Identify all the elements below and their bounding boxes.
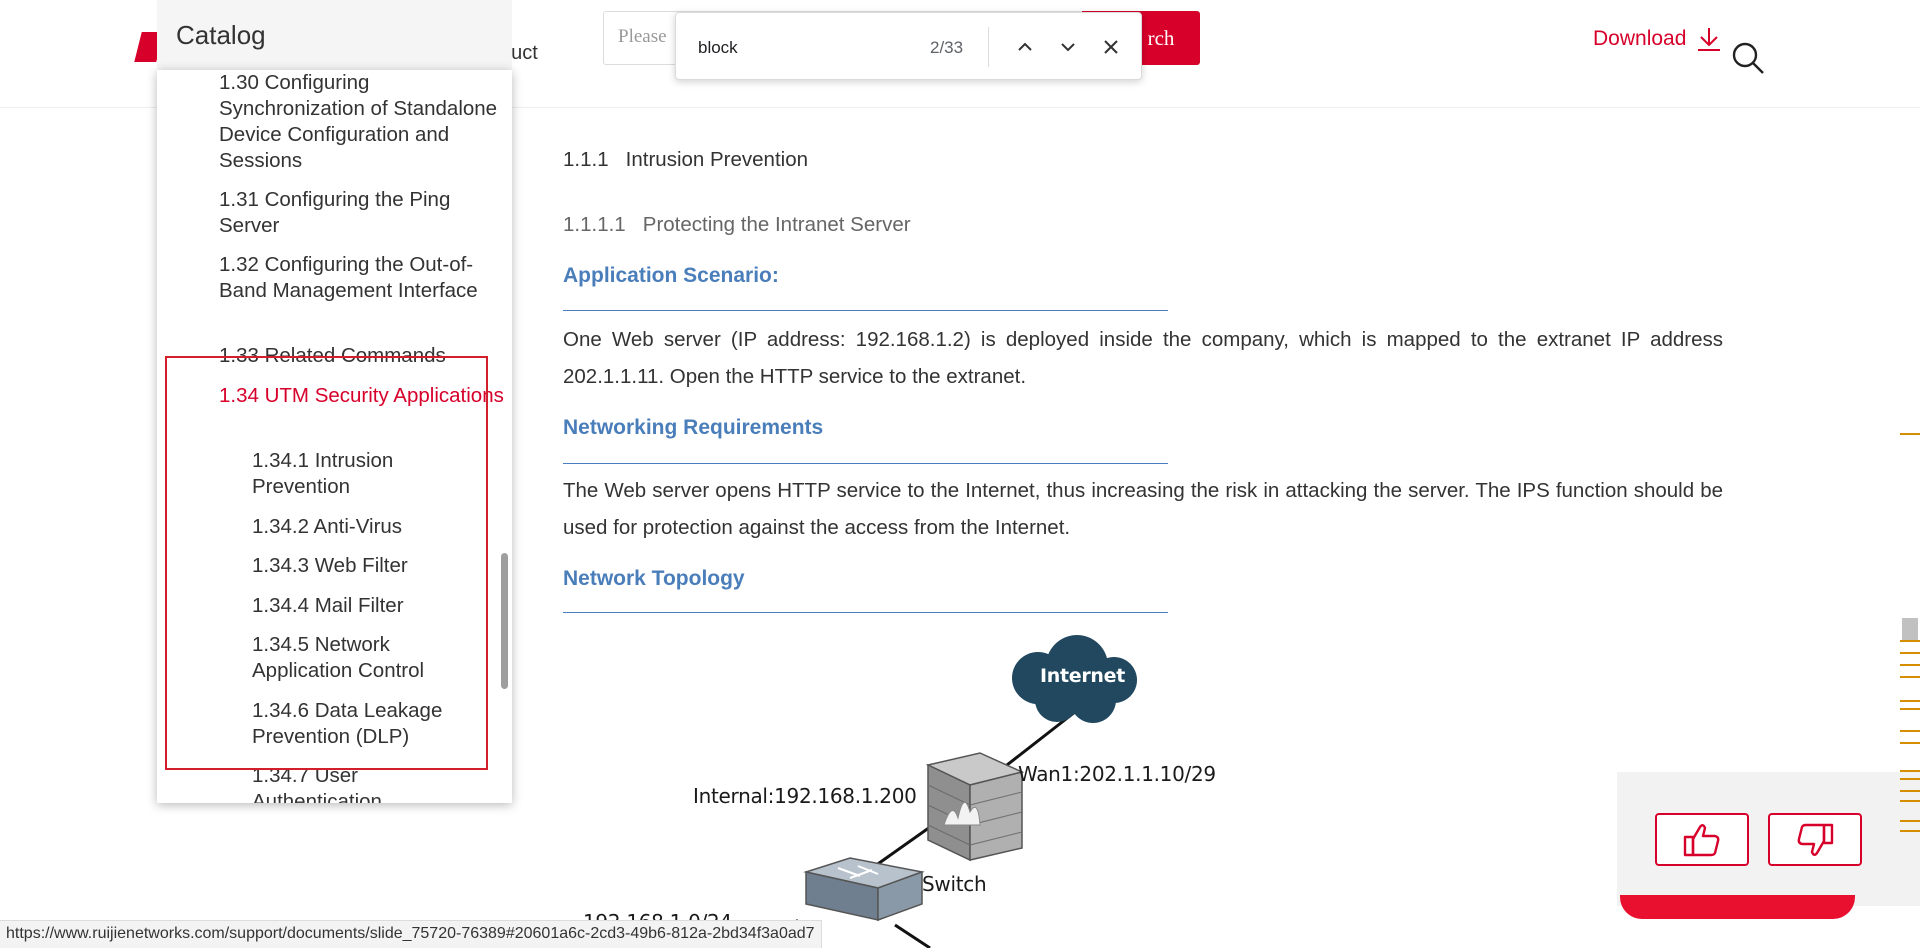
thumbs-down-button[interactable] xyxy=(1768,813,1862,866)
page-scrollbar[interactable] xyxy=(1900,0,1920,948)
wan-ip-label: Wan1:202.1.1.10/29 xyxy=(1018,762,1216,786)
network-topology-diagram: Internet Internal:192.168.1.200 Wan1:202… xyxy=(560,620,1260,948)
find-close-button[interactable] xyxy=(1097,33,1125,61)
find-input[interactable]: block xyxy=(698,38,738,58)
subsection-title: 1.1.1.1 Protecting the Intranet Server xyxy=(563,213,911,236)
switch-label: Switch xyxy=(922,872,987,896)
firewall-icon xyxy=(925,752,1025,862)
heading-rule xyxy=(563,310,1168,311)
thumbs-up-icon xyxy=(1683,823,1720,856)
find-next-button[interactable] xyxy=(1054,33,1082,61)
switch-icon xyxy=(803,857,925,922)
section-title: 1.1.1 Intrusion Prevention xyxy=(563,148,809,171)
catalog-item-1-34-2[interactable]: 1.34.2 Anti-Virus xyxy=(252,514,482,540)
requirements-paragraph: The Web server opens HTTP service to the… xyxy=(563,479,1723,539)
scenario-heading: Application Scenario: xyxy=(563,264,779,287)
catalog-panel[interactable]: 1.30 Configuring Synchronization of Stan… xyxy=(157,70,512,803)
catalog-item-1-34-active[interactable]: 1.34 UTM Security Applications xyxy=(219,383,504,409)
chevron-up-icon xyxy=(1018,42,1032,51)
find-match-count: 2/33 xyxy=(930,38,964,57)
find-previous-button[interactable] xyxy=(1011,33,1039,61)
catalog-item-1-33[interactable]: 1.33 Related Commands xyxy=(219,343,504,369)
catalog-title: Catalog xyxy=(176,20,266,50)
download-icon xyxy=(1698,28,1721,51)
find-divider xyxy=(988,27,989,67)
floating-action-button[interactable] xyxy=(1620,895,1855,919)
download-button[interactable]: Download xyxy=(1593,26,1722,52)
close-icon xyxy=(1104,40,1118,54)
heading-rule xyxy=(563,463,1168,464)
download-label: Download xyxy=(1593,27,1687,50)
chevron-down-icon xyxy=(1061,43,1075,52)
search-icon[interactable] xyxy=(1730,40,1766,76)
internal-ip-label: Internal:192.168.1.200 xyxy=(693,784,917,808)
page-scrollbar-thumb[interactable] xyxy=(1902,618,1918,640)
catalog-item-1-34-3[interactable]: 1.34.3 Web Filter xyxy=(252,553,482,579)
find-in-page-bar: block 2/33 xyxy=(675,12,1142,80)
status-bar-url: https://www.ruijienetworks.com/support/d… xyxy=(0,920,822,948)
catalog-header: Catalog xyxy=(157,0,512,70)
catalog-item-1-32[interactable]: 1.32 Configuring the Out-of-Band Managem… xyxy=(219,252,504,304)
catalog-item-1-34-5[interactable]: 1.34.5 Network Application Control xyxy=(252,632,482,684)
catalog-item-1-34-1[interactable]: 1.34.1 Intrusion Prevention xyxy=(252,448,482,500)
thumbs-down-icon xyxy=(1797,823,1834,856)
thumbs-up-button[interactable] xyxy=(1655,813,1749,866)
requirements-heading: Networking Requirements xyxy=(563,416,824,439)
topology-heading: Network Topology xyxy=(563,567,745,590)
catalog-item-1-30[interactable]: 1.30 Configuring Synchronization of Stan… xyxy=(219,70,504,174)
catalog-item-1-34-4[interactable]: 1.34.4 Mail Filter xyxy=(252,593,482,619)
feedback-widget xyxy=(1617,772,1920,906)
catalog-item-1-34-6[interactable]: 1.34.6 Data Leakage Prevention (DLP) xyxy=(252,698,482,750)
catalog-item-1-31[interactable]: 1.31 Configuring the Ping Server xyxy=(219,187,504,239)
catalog-scrollbar[interactable] xyxy=(501,553,508,689)
catalog-item-1-34-7[interactable]: 1.34.7 User Authentication xyxy=(252,763,482,803)
heading-rule xyxy=(563,612,1168,613)
internet-label: Internet xyxy=(1040,665,1126,687)
scenario-paragraph: One Web server (IP address: 192.168.1.2)… xyxy=(563,328,1723,388)
